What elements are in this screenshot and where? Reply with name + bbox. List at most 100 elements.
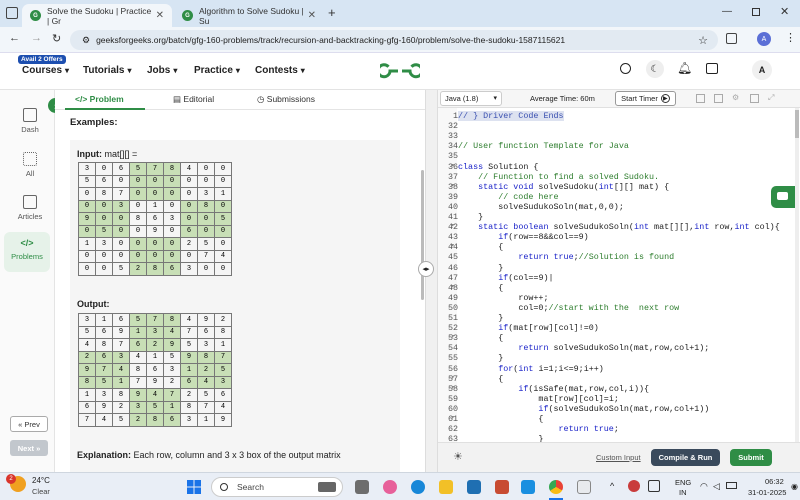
theme-icon[interactable]	[750, 94, 759, 103]
tab-submissions[interactable]: ◷ Submissions	[257, 94, 315, 105]
nav-jobs[interactable]: Jobs ▾	[147, 65, 177, 76]
translate-icon[interactable]	[706, 63, 718, 74]
fold-arrow-icon[interactable]: ▾	[451, 283, 455, 290]
start-timer-button[interactable]: Start Timer ▶	[615, 91, 676, 106]
volume-icon[interactable]: ◁	[713, 481, 720, 492]
rail-item-all[interactable]: All	[2, 152, 58, 178]
close-tab-icon[interactable]: ✕	[156, 10, 164, 21]
forward-icon[interactable]: →	[31, 32, 42, 44]
nav-contests[interactable]: Contests ▾	[255, 65, 305, 76]
search-icon[interactable]	[620, 63, 631, 74]
examples-heading: Examples:	[70, 117, 118, 128]
grid-cell: 0	[146, 174, 164, 188]
grid-cell: 0	[214, 237, 232, 251]
browser-tab[interactable]: G Algorithm to Solve Sudoku | Su ✕	[174, 4, 324, 27]
mail-icon[interactable]	[521, 480, 535, 494]
next-button[interactable]: Next »	[10, 440, 48, 456]
reset-icon[interactable]	[714, 94, 723, 103]
feedback-chat-icon[interactable]	[771, 186, 795, 208]
nav-courses[interactable]: Courses ▾	[22, 65, 69, 76]
problem-scrollbar[interactable]	[421, 170, 424, 300]
fold-arrow-icon[interactable]: ▾	[451, 242, 455, 249]
editor-scrollbar[interactable]	[795, 108, 799, 442]
resize-handle-icon[interactable]: ◂▸	[418, 261, 434, 277]
tray-app-icon[interactable]	[628, 480, 640, 492]
new-tab-button[interactable]: +	[328, 5, 336, 20]
grid-cell: 5	[78, 174, 96, 188]
code-editor[interactable]: 1// } Driver Code Ends 32 33 34// User func…	[438, 108, 800, 442]
back-icon[interactable]: ←	[9, 32, 20, 44]
browser-menu-icon[interactable]: ⋮	[785, 31, 796, 44]
fold-arrow-icon[interactable]: ▾	[451, 182, 455, 189]
clock-time[interactable]: 06:32	[765, 477, 784, 486]
user-avatar[interactable]: A	[752, 60, 772, 80]
prev-button[interactable]: « Prev	[10, 416, 48, 432]
fold-arrow-icon[interactable]: ▾	[451, 222, 455, 229]
windows-start-icon[interactable]	[187, 480, 201, 494]
nav-practice[interactable]: Practice ▾	[194, 65, 240, 76]
minimize-window-icon[interactable]: —	[722, 6, 732, 17]
code-line: {	[458, 373, 504, 384]
profile-avatar[interactable]: A	[757, 32, 771, 46]
grid-cell: 0	[95, 249, 113, 263]
site-info-icon[interactable]: ⚙	[82, 35, 90, 46]
office-icon[interactable]	[495, 480, 509, 494]
copy-icon[interactable]	[696, 94, 705, 103]
offer-badge[interactable]: Avail 2 Offers	[18, 55, 66, 64]
scroll-thumb[interactable]	[795, 110, 799, 138]
tab-problem[interactable]: </> Problem	[75, 94, 124, 104]
fullscreen-icon[interactable]: ⤢	[768, 93, 774, 103]
line-number: 39	[447, 191, 458, 202]
notification-bell-icon[interactable]: 🔔︎	[677, 61, 692, 75]
dark-mode-icon[interactable]: ☾	[646, 60, 664, 78]
chrome-icon[interactable]	[549, 480, 563, 494]
tab-editorial[interactable]: ▤ Editorial	[173, 94, 214, 105]
rail-item-dash[interactable]: Dash	[2, 108, 58, 134]
copilot-icon[interactable]	[383, 480, 397, 494]
tab-actions-icon[interactable]	[6, 7, 18, 19]
edge-icon[interactable]	[411, 480, 425, 494]
notification-icon[interactable]: ◉	[791, 482, 798, 491]
grid-cell: 8	[129, 363, 147, 377]
gfg-logo-icon[interactable]	[380, 60, 420, 82]
task-view-icon[interactable]	[355, 480, 369, 494]
taskbar-search[interactable]: Search	[211, 477, 343, 497]
line-number: 62	[447, 424, 458, 435]
panel-divider[interactable]	[425, 90, 438, 472]
language-select[interactable]: Java (1.8) ▾	[440, 91, 502, 106]
onedrive-icon[interactable]	[648, 480, 660, 492]
fold-arrow-icon[interactable]: ▾	[451, 374, 455, 381]
grid-cell: 3	[163, 363, 181, 377]
browser-tab-active[interactable]: G Solve the Sudoku | Practice | Gr ✕	[22, 4, 172, 27]
overflow-chevron-icon[interactable]: ^	[610, 481, 614, 491]
fold-arrow-icon[interactable]: ▾	[451, 333, 455, 340]
extensions-icon[interactable]	[726, 33, 737, 44]
nav-tutorials[interactable]: Tutorials ▾	[83, 65, 132, 76]
input-label: Input:	[77, 149, 102, 159]
tab-title: Algorithm to Solve Sudoku | Su	[199, 5, 304, 26]
app-icon[interactable]	[577, 480, 591, 494]
bookmark-star-icon[interactable]: ☆	[698, 34, 708, 47]
fold-arrow-icon[interactable]: ▾	[451, 414, 455, 421]
close-tab-icon[interactable]: ✕	[308, 10, 316, 21]
submit-button[interactable]: Submit	[730, 449, 772, 466]
settings-icon[interactable]: ⚙	[732, 93, 739, 102]
grid-cell: 0	[129, 174, 147, 188]
fold-arrow-icon[interactable]: ▾	[451, 162, 455, 169]
input-language[interactable]: ENG	[675, 478, 691, 487]
compile-run-button[interactable]: Compile & Run	[651, 449, 720, 466]
restore-window-icon[interactable]	[752, 8, 760, 16]
line-number: 61	[447, 414, 458, 424]
reload-icon[interactable]: ↻	[52, 32, 61, 45]
custom-input-link[interactable]: Custom Input	[596, 453, 641, 462]
file-explorer-icon[interactable]	[439, 480, 453, 494]
address-bar[interactable]: ⚙ geeksforgeeks.org/batch/gfg-160-proble…	[70, 30, 718, 50]
close-window-icon[interactable]: ✕	[780, 5, 789, 18]
rail-item-problems[interactable]: </> Problems	[4, 232, 50, 272]
store-icon[interactable]	[467, 480, 481, 494]
lightbulb-icon[interactable]: ☀	[453, 450, 463, 463]
wifi-icon[interactable]: ◠	[700, 481, 708, 492]
battery-icon[interactable]	[726, 482, 737, 489]
fold-arrow-icon[interactable]: ▾	[451, 384, 455, 391]
rail-item-articles[interactable]: Articles	[2, 195, 58, 221]
